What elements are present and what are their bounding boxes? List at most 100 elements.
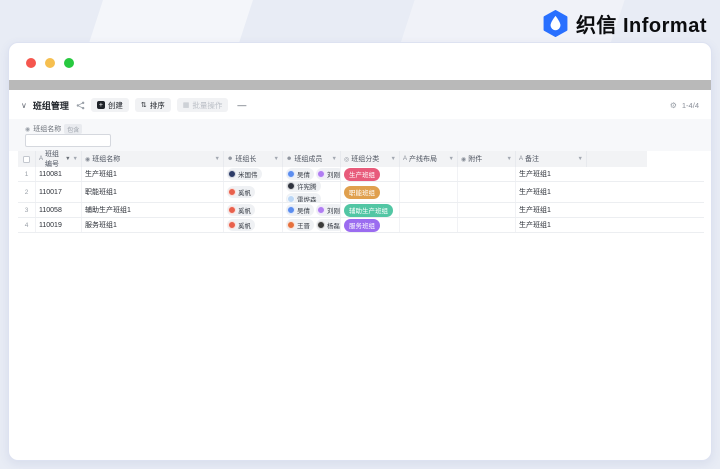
column-header-6[interactable]: A 产线布局 ▼ bbox=[400, 151, 458, 167]
member-avatar bbox=[287, 182, 295, 190]
person-tag: 杨磊 bbox=[316, 219, 340, 231]
table-row[interactable]: 1 110081 生产班组1 米国伟 吴倩 刘刚 生产班组 生产班组1 bbox=[18, 167, 704, 182]
cell-team-members: 吴倩 刘刚 bbox=[283, 203, 341, 217]
window-controls bbox=[26, 58, 74, 68]
column-header-7[interactable]: ◉ 附件 ▼ bbox=[458, 151, 516, 167]
create-button[interactable]: + 创建 bbox=[90, 98, 129, 112]
cell-line-layout bbox=[400, 203, 458, 217]
chevron-down-icon[interactable]: ▼ bbox=[332, 156, 337, 162]
chevron-down-icon[interactable]: ▼ bbox=[391, 156, 396, 162]
column-header-5[interactable]: ◎ 班组分类 ▼ bbox=[341, 151, 400, 167]
person-name: 许宪腾 bbox=[297, 183, 317, 191]
cell-team-leader: 米国伟 bbox=[224, 167, 283, 181]
cell-line-layout bbox=[400, 182, 458, 202]
column-header-1[interactable]: A 班组编号 ▼ ▼ bbox=[36, 151, 82, 168]
field-type-icon: ◉ bbox=[25, 126, 31, 133]
cell-team-leader: 奚帆 bbox=[224, 182, 283, 202]
table-row[interactable]: 3 110058 辅助生产班组1 奚帆 吴倩 刘刚 辅助生产班组 生产班组1 bbox=[18, 203, 704, 218]
chevron-down-icon[interactable]: ▼ bbox=[215, 156, 220, 162]
member-avatar bbox=[228, 206, 236, 214]
maximize-window-button[interactable] bbox=[64, 58, 74, 68]
brand-logo: 织信 Informat bbox=[542, 9, 707, 38]
person-name: 杨磊 bbox=[327, 223, 340, 230]
sort-button[interactable]: ⇅ 排序 bbox=[134, 98, 171, 112]
member-avatar bbox=[287, 170, 295, 178]
cell-team-members: 许宪腾 雷烨森 bbox=[283, 182, 341, 202]
category-badge: 服务班组 bbox=[344, 218, 380, 232]
settings-gear-icon[interactable]: ⚙ bbox=[670, 101, 677, 110]
members-group: 吴倩 刘刚 bbox=[286, 168, 340, 180]
row-index-cell: 1 bbox=[18, 167, 36, 181]
chevron-down-icon[interactable]: ▼ bbox=[73, 156, 78, 162]
collapse-chevron-icon[interactable]: ∨ bbox=[21, 101, 27, 110]
close-window-button[interactable] bbox=[26, 58, 36, 68]
plus-icon: + bbox=[96, 101, 105, 109]
cell-team-code: 110019 bbox=[36, 218, 82, 232]
members-group: 许宪腾 雷烨森 bbox=[286, 182, 321, 202]
share-icon[interactable] bbox=[76, 101, 85, 110]
filter-operator-tag: 包含 bbox=[64, 124, 83, 134]
cell-attachment bbox=[458, 182, 516, 202]
minimize-window-button[interactable] bbox=[45, 58, 55, 68]
column-header-4[interactable]: ☻ 班组成员 ▼ bbox=[283, 151, 341, 167]
batch-actions-button: ▦ 批量操作 bbox=[176, 98, 229, 112]
member-avatar bbox=[287, 206, 295, 214]
filter-field-label: ◉ 班组名称 包含 bbox=[25, 124, 83, 134]
cell-attachment bbox=[458, 203, 516, 217]
cell-line-layout bbox=[400, 167, 458, 181]
filter-panel: ◉ 班组名称 包含 bbox=[9, 119, 711, 151]
chevron-down-icon[interactable]: ▼ bbox=[578, 156, 583, 162]
column-type-icon: ◉ bbox=[85, 156, 91, 163]
column-label: 班组分类 bbox=[351, 156, 380, 163]
table-row[interactable]: 2 110017 职能班组1 奚帆 许宪腾 雷烨森 职能班组 生产班组1 bbox=[18, 182, 704, 203]
cell-remark: 生产班组1 bbox=[519, 189, 551, 196]
column-header-2[interactable]: ◉ 班组名称 ▼ bbox=[82, 151, 224, 167]
chevron-down-icon[interactable]: ▼ bbox=[274, 156, 279, 162]
chevron-down-icon[interactable]: ▼ bbox=[507, 156, 512, 162]
row-index-cell: 2 bbox=[18, 182, 36, 202]
person-tag: 许宪腾 bbox=[286, 182, 321, 192]
member-avatar bbox=[228, 170, 236, 178]
sort-icon: ⇅ bbox=[140, 102, 147, 109]
more-button[interactable]: — bbox=[234, 98, 249, 112]
person-name: 吴倩 bbox=[297, 172, 310, 179]
filter-value-input[interactable] bbox=[25, 134, 111, 147]
person-name: 奚帆 bbox=[238, 208, 251, 215]
cell-team-code: 110017 bbox=[36, 182, 82, 202]
person-name: 刘刚 bbox=[327, 172, 340, 179]
column-label: 备注 bbox=[525, 156, 540, 163]
column-header-8[interactable]: A 备注 ▼ bbox=[516, 151, 587, 167]
cell-team-category: 辅助生产班组 bbox=[341, 203, 400, 217]
cell-remark: 生产班组1 bbox=[519, 207, 551, 214]
brand-droplet-icon bbox=[543, 10, 568, 37]
person-name: 雷烨森 bbox=[297, 196, 317, 203]
table-body: 1 110081 生产班组1 米国伟 吴倩 刘刚 生产班组 生产班组1 2 110017 职能班组1… bbox=[18, 167, 704, 233]
category-badge: 辅助生产班组 bbox=[344, 203, 393, 217]
person-tag: 米国伟 bbox=[227, 168, 262, 180]
column-type-icon: A bbox=[519, 156, 524, 162]
page-title: 班组管理 bbox=[32, 100, 69, 111]
cell-remark: 生产班组1 bbox=[519, 171, 551, 178]
table-row[interactable]: 4 110019 服务班组1 奚帆 王晋 杨磊 服务班组 生产班组1 bbox=[18, 218, 704, 233]
select-all-checkbox[interactable] bbox=[23, 155, 30, 163]
member-avatar bbox=[317, 170, 325, 178]
column-header-3[interactable]: ☻ 班组长 ▼ bbox=[224, 151, 283, 167]
member-avatar bbox=[287, 221, 295, 229]
person-name: 刘刚 bbox=[327, 208, 340, 215]
cell-team-category: 职能班组 bbox=[341, 182, 400, 202]
person-tag: 王晋 bbox=[286, 219, 314, 231]
pagination-label: 1-4/4 bbox=[681, 100, 699, 110]
chevron-down-icon[interactable]: ▼ bbox=[449, 156, 454, 162]
brand-name: 织信 Informat bbox=[575, 15, 707, 37]
cell-team-leader: 奚帆 bbox=[224, 203, 283, 217]
column-label: 产线布局 bbox=[409, 156, 438, 163]
column-label: 班组长 bbox=[235, 156, 257, 163]
address-bar-placeholder bbox=[9, 80, 711, 90]
cell-line-layout bbox=[400, 218, 458, 232]
members-group: 王晋 杨磊 bbox=[286, 219, 340, 231]
table-header-row: A 班组编号 ▼ ▼ ◉ 班组名称 ▼ ☻ 班组长 ▼ ☻ 班组成员 ▼ ◎ 班组分类 ▼ A 产线布局 ▼ ◉ 附件 ▼… bbox=[18, 151, 704, 168]
person-tag: 刘刚 bbox=[316, 168, 340, 180]
cell-team-name: 生产班组1 bbox=[82, 167, 224, 181]
column-type-icon: ☻ bbox=[286, 156, 293, 162]
member-avatar bbox=[228, 188, 236, 196]
